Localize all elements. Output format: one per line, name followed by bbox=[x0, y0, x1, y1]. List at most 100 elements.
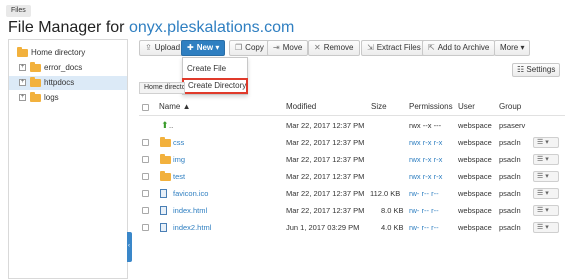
row-checkbox[interactable] bbox=[142, 173, 149, 180]
row-checkbox[interactable] bbox=[142, 224, 149, 231]
tree-item-label: httpdocs bbox=[44, 78, 75, 87]
copy-button[interactable]: ❐ Copy bbox=[229, 40, 270, 56]
copy-icon: ❐ bbox=[235, 43, 243, 52]
table-row[interactable]: index2.html Jun 1, 2017 03:29 PM 4.0 KB … bbox=[139, 219, 565, 236]
header-divider bbox=[139, 115, 565, 116]
table-row[interactable]: css Mar 22, 2017 12:37 PM rwx r-x r-x we… bbox=[139, 134, 565, 151]
add-to-archive-button[interactable]: ⇱ Add to Archive bbox=[422, 40, 496, 56]
row-modified: Mar 22, 2017 12:37 PM bbox=[286, 121, 365, 130]
row-name[interactable]: css bbox=[173, 134, 184, 151]
breadcrumb[interactable]: Files bbox=[6, 5, 31, 17]
row-name[interactable]: index.html bbox=[173, 202, 207, 219]
extract-label: Extract Files bbox=[376, 43, 421, 52]
folder-icon bbox=[30, 77, 41, 87]
row-group: psacln bbox=[499, 172, 521, 181]
row-actions-button[interactable]: ☰ ▾ bbox=[533, 171, 559, 182]
column-header-name-label: Name bbox=[159, 102, 181, 111]
row-name[interactable]: index2.html bbox=[173, 219, 211, 236]
row-group: psaserv bbox=[499, 121, 526, 130]
remove-icon: ✕ bbox=[314, 43, 321, 52]
table-row[interactable]: ⬆ .. Mar 22, 2017 12:37 PM rwx --x --- w… bbox=[139, 117, 565, 134]
column-header-user[interactable]: User bbox=[458, 101, 475, 113]
row-modified: Mar 22, 2017 12:37 PM bbox=[286, 206, 365, 215]
menu-icon: ☰ bbox=[537, 139, 544, 146]
row-group: psacln bbox=[499, 138, 521, 147]
collapse-sidebar-handle[interactable]: ‹ bbox=[127, 232, 132, 262]
upload-label: Upload bbox=[154, 43, 181, 52]
row-checkbox[interactable] bbox=[142, 139, 149, 146]
row-permissions: rwx --x --- bbox=[409, 121, 442, 130]
select-all-checkbox[interactable] bbox=[142, 104, 149, 111]
folder-icon bbox=[30, 62, 41, 72]
row-modified: Mar 22, 2017 12:37 PM bbox=[286, 189, 365, 198]
copy-label: Copy bbox=[245, 43, 264, 52]
more-button[interactable]: More ▾ bbox=[494, 40, 531, 56]
folder-icon bbox=[160, 137, 171, 147]
tree-item-logs[interactable]: + logs bbox=[9, 91, 127, 105]
move-icon: ⇥ bbox=[273, 43, 280, 52]
row-group: psacln bbox=[499, 155, 521, 164]
extract-files-button[interactable]: ⇲ Extract Files bbox=[361, 40, 427, 56]
row-permissions[interactable]: rwx r-x r-x bbox=[409, 134, 442, 151]
row-checkbox[interactable] bbox=[142, 190, 149, 197]
table-row[interactable]: favicon.ico Mar 22, 2017 12:37 PM 112.0 … bbox=[139, 185, 565, 202]
column-header-size[interactable]: Size bbox=[371, 101, 387, 113]
row-permissions[interactable]: rwx r-x r-x bbox=[409, 151, 442, 168]
row-name[interactable]: test bbox=[173, 168, 185, 185]
table-row[interactable]: img Mar 22, 2017 12:37 PM rwx r-x r-x we… bbox=[139, 151, 565, 168]
row-actions-button[interactable]: ☰ ▾ bbox=[533, 205, 559, 216]
directory-tree: Home directory + error_docs + httpdocs +… bbox=[8, 39, 127, 279]
folder-icon bbox=[160, 154, 171, 164]
row-actions-button[interactable]: ☰ ▾ bbox=[533, 188, 559, 199]
new-label: New bbox=[196, 43, 214, 52]
tree-item-httpdocs[interactable]: + httpdocs bbox=[9, 76, 127, 90]
file-icon bbox=[160, 189, 167, 198]
column-header-group[interactable]: Group bbox=[499, 101, 521, 113]
expand-icon[interactable]: + bbox=[19, 79, 26, 86]
remove-button[interactable]: ✕ Remove bbox=[308, 40, 360, 56]
row-user: webspace bbox=[458, 172, 492, 181]
row-name[interactable]: .. bbox=[169, 117, 173, 134]
table-row[interactable]: index.html Mar 22, 2017 12:37 PM 8.0 KB … bbox=[139, 202, 565, 219]
row-checkbox[interactable] bbox=[142, 156, 149, 163]
row-actions-button[interactable]: ☰ ▾ bbox=[533, 154, 559, 165]
tree-item-label: Home directory bbox=[31, 48, 86, 57]
caret-down-icon: ▾ bbox=[215, 43, 220, 52]
tree-item-label: error_docs bbox=[44, 63, 83, 72]
column-header-modified[interactable]: Modified bbox=[286, 101, 316, 113]
page-title-prefix: File Manager for bbox=[8, 19, 129, 36]
move-button[interactable]: ⇥ Move bbox=[267, 40, 309, 56]
row-group: psacln bbox=[499, 206, 521, 215]
tree-item-home-directory[interactable]: Home directory bbox=[9, 46, 127, 60]
menu-icon: ☰ bbox=[537, 173, 544, 180]
row-user: webspace bbox=[458, 138, 492, 147]
column-header-permissions[interactable]: Permissions bbox=[409, 101, 453, 113]
extract-icon: ⇲ bbox=[367, 43, 374, 52]
expand-icon[interactable]: + bbox=[19, 64, 26, 71]
row-checkbox[interactable] bbox=[142, 207, 149, 214]
menu-item-create-file[interactable]: Create File bbox=[183, 62, 247, 76]
table-row[interactable]: test Mar 22, 2017 12:37 PM rwx r-x r-x w… bbox=[139, 168, 565, 185]
row-name[interactable]: favicon.ico bbox=[173, 185, 208, 202]
row-permissions[interactable]: rw- r-- r-- bbox=[409, 185, 439, 202]
menu-icon: ☰ bbox=[537, 156, 544, 163]
row-actions-button[interactable]: ☰ ▾ bbox=[533, 137, 559, 148]
row-name[interactable]: img bbox=[173, 151, 185, 168]
settings-icon: ☷ bbox=[517, 65, 525, 74]
tree-item-error-docs[interactable]: + error_docs bbox=[9, 61, 127, 75]
row-permissions[interactable]: rw- r-- r-- bbox=[409, 219, 439, 236]
new-button[interactable]: ✚ New ▾ bbox=[181, 40, 226, 56]
file-icon bbox=[160, 206, 167, 215]
folder-icon bbox=[17, 47, 28, 57]
row-permissions[interactable]: rw- r-- r-- bbox=[409, 202, 439, 219]
folder-icon bbox=[160, 171, 171, 181]
upload-button[interactable]: ⇪ Upload bbox=[139, 40, 187, 56]
row-permissions[interactable]: rwx r-x r-x bbox=[409, 168, 442, 185]
expand-icon[interactable]: + bbox=[19, 94, 26, 101]
row-actions-button[interactable]: ☰ ▾ bbox=[533, 222, 559, 233]
path-breadcrumb[interactable]: Home directory bbox=[139, 82, 185, 94]
settings-button[interactable]: ☷ Settings bbox=[512, 63, 561, 77]
column-header-name[interactable]: Name ▲ bbox=[159, 101, 191, 113]
folder-icon bbox=[30, 92, 41, 102]
menu-item-create-directory[interactable]: Create Directory bbox=[182, 78, 248, 94]
